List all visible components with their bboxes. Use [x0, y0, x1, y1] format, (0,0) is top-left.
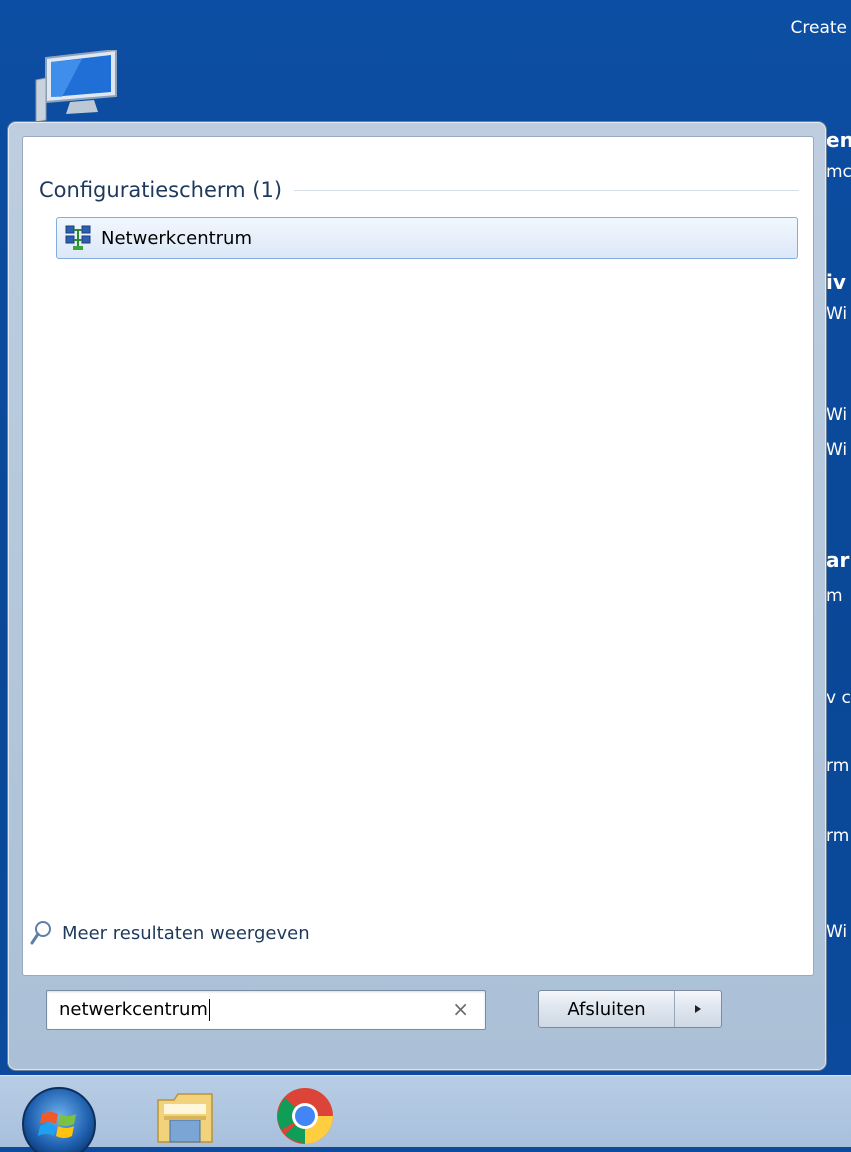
bg-fragment: ar — [826, 548, 850, 572]
search-input-value: netwerkcentrum — [59, 999, 210, 1021]
bg-fragment: mc — [826, 162, 851, 182]
shutdown-options-button[interactable] — [675, 991, 721, 1027]
windows-logo-icon[interactable] — [18, 1082, 100, 1152]
bg-fragment: rm — [826, 756, 850, 776]
background-window-text-column: en mc iv Wi Wi Wi ar m v c rm rm Wi — [826, 0, 851, 1075]
folder-icon[interactable] — [150, 1086, 220, 1148]
computer-monitor-icon — [35, 50, 117, 123]
result-item-label: Netwerkcentrum — [101, 227, 252, 249]
bg-fragment: iv — [826, 270, 846, 294]
bg-fragment: rm — [826, 826, 850, 846]
more-results-link[interactable]: Meer resultaten weergeven — [30, 920, 310, 946]
shutdown-button[interactable]: Afsluiten — [539, 991, 675, 1027]
more-results-label: Meer resultaten weergeven — [62, 922, 310, 944]
search-input[interactable]: netwerkcentrum × — [46, 990, 486, 1030]
text-caret — [208, 999, 210, 1021]
network-center-icon — [65, 225, 91, 250]
shutdown-button-group: Afsluiten — [538, 990, 722, 1028]
search-icon — [30, 921, 51, 945]
bg-fragment: m — [826, 586, 843, 606]
chevron-right-icon — [695, 1005, 701, 1013]
group-divider — [294, 189, 799, 191]
result-group-title: Configuratiescherm (1) — [39, 178, 283, 202]
bg-fragment: Wi — [826, 405, 848, 425]
search-results-pane: Configuratiescherm (1) Netwerkcentrum — [22, 136, 814, 976]
result-group-header[interactable]: Configuratiescherm (1) — [39, 175, 799, 205]
bg-fragment: v c — [826, 688, 851, 708]
bg-fragment: Wi — [826, 440, 848, 460]
start-menu: Configuratiescherm (1) Netwerkcentrum Me… — [8, 122, 826, 1070]
taskbar — [0, 1075, 851, 1152]
bg-fragment: Wi — [826, 304, 848, 324]
clear-search-icon[interactable]: × — [452, 997, 469, 1021]
result-item-netwerkcentrum[interactable]: Netwerkcentrum — [56, 217, 798, 259]
chrome-icon[interactable] — [275, 1086, 335, 1146]
bg-fragment: en — [826, 128, 851, 152]
bg-fragment: Wi — [826, 922, 848, 942]
